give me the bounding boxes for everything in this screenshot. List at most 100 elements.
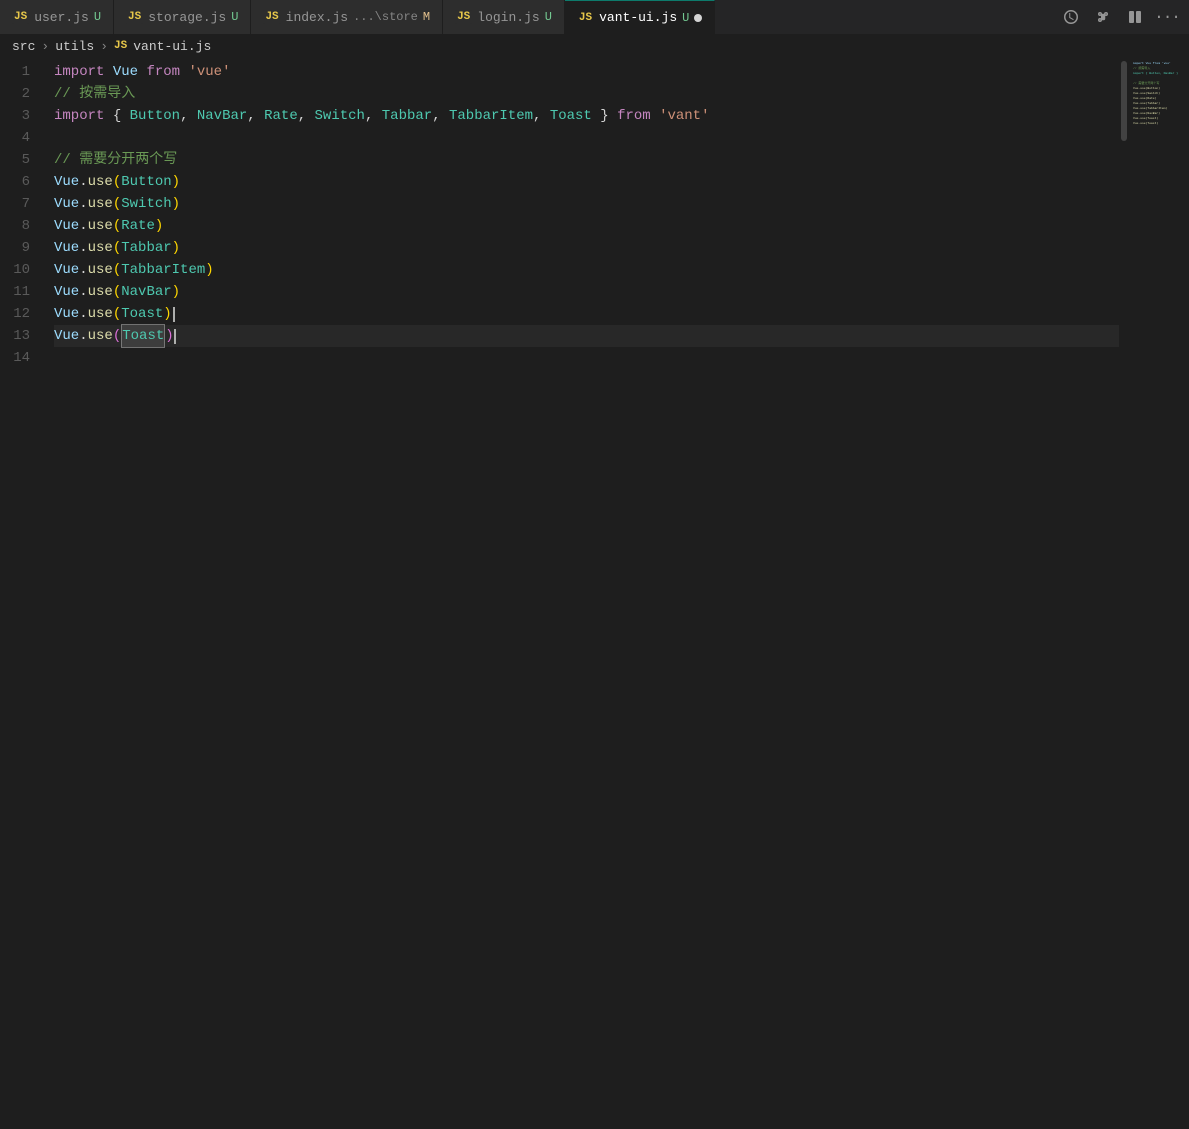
branch-button[interactable] (1089, 3, 1117, 31)
js-icon-user: JS (12, 10, 29, 24)
code-line-9: Vue . use ( Tabbar ) (54, 237, 1119, 259)
comment-1: // 按需导入 (54, 83, 135, 105)
use-fn-12: use (88, 303, 113, 325)
ln-11: 11 (0, 281, 40, 303)
editor: 1 2 3 4 5 6 7 8 9 10 11 12 13 14 import … (0, 57, 1189, 1129)
tab-marker-storage: U (231, 10, 238, 24)
breadcrumb-src[interactable]: src (12, 39, 35, 54)
ln-14: 14 (0, 347, 40, 369)
js-icon-vant-ui: JS (577, 11, 594, 25)
code-area[interactable]: import Vue from 'vue' // 按需导入 import { B… (50, 57, 1119, 1129)
line-numbers: 1 2 3 4 5 6 7 8 9 10 11 12 13 14 (0, 57, 50, 1129)
ln-3: 3 (0, 105, 40, 127)
kw-from-3: from (617, 105, 651, 127)
vue-9: Vue (54, 237, 79, 259)
use-fn-11: use (88, 281, 113, 303)
use-fn-8: use (88, 215, 113, 237)
code-line-12: Vue . use ( Toast ) (54, 303, 1119, 325)
breadcrumb-sep-1: › (41, 39, 49, 54)
vue-7: Vue (54, 193, 79, 215)
breadcrumb-utils[interactable]: utils (55, 39, 94, 54)
tab-index-js[interactable]: JS index.js ...\store M (251, 0, 443, 35)
history-button[interactable] (1057, 3, 1085, 31)
tab-bar: JS user.js U JS storage.js U JS index.js… (0, 0, 1189, 35)
vue-name: Vue (113, 61, 138, 83)
kw-from-1: from (146, 61, 180, 83)
code-line-5: // 需要分开两个写 (54, 149, 1119, 171)
ln-12: 12 (0, 303, 40, 325)
tab-label-vant-ui: vant-ui.js (599, 10, 677, 25)
layout-button[interactable] (1121, 3, 1149, 31)
tab-label-storage: storage.js (148, 10, 226, 25)
breadcrumb-js-icon: JS (114, 40, 127, 52)
tab-marker-login: U (545, 10, 552, 24)
cursor-line13 (174, 329, 176, 344)
tab-vant-ui-js[interactable]: JS vant-ui.js U (565, 0, 715, 35)
ln-6: 6 (0, 171, 40, 193)
vue-10: Vue (54, 259, 79, 281)
ln-10: 10 (0, 259, 40, 281)
code-line-6: Vue . use ( Button ) (54, 171, 1119, 193)
vue-8: Vue (54, 215, 79, 237)
code-line-1: import Vue from 'vue' (54, 61, 1119, 83)
ln-9: 9 (0, 237, 40, 259)
vue-12: Vue (54, 303, 79, 325)
use-fn-6: use (88, 171, 113, 193)
tab-marker-vant-ui: U (682, 11, 689, 25)
str-vue: 'vue' (188, 61, 230, 83)
js-icon-index: JS (263, 10, 280, 24)
use-fn-10: use (88, 259, 113, 281)
more-button[interactable]: ··· (1153, 3, 1181, 31)
tab-label-login: login.js (477, 10, 539, 25)
tab-sub-index: ...\store (353, 10, 418, 24)
toast-line12: Toast (121, 303, 163, 325)
cursor-line12 (173, 307, 175, 322)
code-line-14 (54, 347, 1119, 369)
ln-1: 1 (0, 61, 40, 83)
use-fn-7: use (88, 193, 113, 215)
code-line-4 (54, 127, 1119, 149)
toast-name-line3: Toast (550, 105, 592, 127)
use-fn-9: use (88, 237, 113, 259)
vue-13: Vue (54, 325, 79, 347)
vue-6: Vue (54, 171, 79, 193)
code-line-8: Vue . use ( Rate ) (54, 215, 1119, 237)
code-line-11: Vue . use ( NavBar ) (54, 281, 1119, 303)
breadcrumb-file[interactable]: vant-ui.js (133, 39, 211, 54)
minimap[interactable]: import Vue from 'vue' // 按需导入 import { B… (1129, 57, 1189, 1129)
tab-dot-vant-ui (694, 14, 702, 22)
tab-marker-user: U (94, 10, 101, 24)
breadcrumb: src › utils › JS vant-ui.js (0, 35, 1189, 57)
tab-actions: ··· (1057, 3, 1189, 31)
ln-13: 13 (0, 325, 40, 347)
tab-storage-js[interactable]: JS storage.js U (114, 0, 251, 35)
ln-5: 5 (0, 149, 40, 171)
code-line-10: Vue . use ( TabbarItem ) (54, 259, 1119, 281)
ln-4: 4 (0, 127, 40, 149)
js-icon-storage: JS (126, 10, 143, 24)
minimap-content: import Vue from 'vue' // 按需导入 import { B… (1129, 61, 1189, 126)
code-line-2: // 按需导入 (54, 83, 1119, 105)
scrollbar[interactable] (1119, 57, 1129, 1129)
use-fn-13: use (88, 325, 113, 347)
code-line-7: Vue . use ( Switch ) (54, 193, 1119, 215)
comment-5: // 需要分开两个写 (54, 149, 177, 171)
tab-marker-index: M (423, 10, 430, 24)
ln-8: 8 (0, 215, 40, 237)
tab-label-index: index.js (286, 10, 348, 25)
code-line-3: import { Button , NavBar , Rate , Switch… (54, 105, 1119, 127)
tab-label-user: user.js (34, 10, 89, 25)
breadcrumb-sep-2: › (100, 39, 108, 54)
js-icon-login: JS (455, 10, 472, 24)
more-icon: ··· (1154, 8, 1180, 26)
str-vant: 'vant' (659, 105, 709, 127)
toast-line13: Toast (121, 324, 165, 348)
kw-import-1: import (54, 61, 104, 83)
tab-login-js[interactable]: JS login.js U (443, 0, 565, 35)
ln-7: 7 (0, 193, 40, 215)
tab-user-js[interactable]: JS user.js U (0, 0, 114, 35)
scrollbar-thumb[interactable] (1121, 61, 1127, 141)
code-line-13: Vue . use ( Toast ) (54, 325, 1119, 347)
kw-import-3: import (54, 105, 104, 127)
ln-2: 2 (0, 83, 40, 105)
